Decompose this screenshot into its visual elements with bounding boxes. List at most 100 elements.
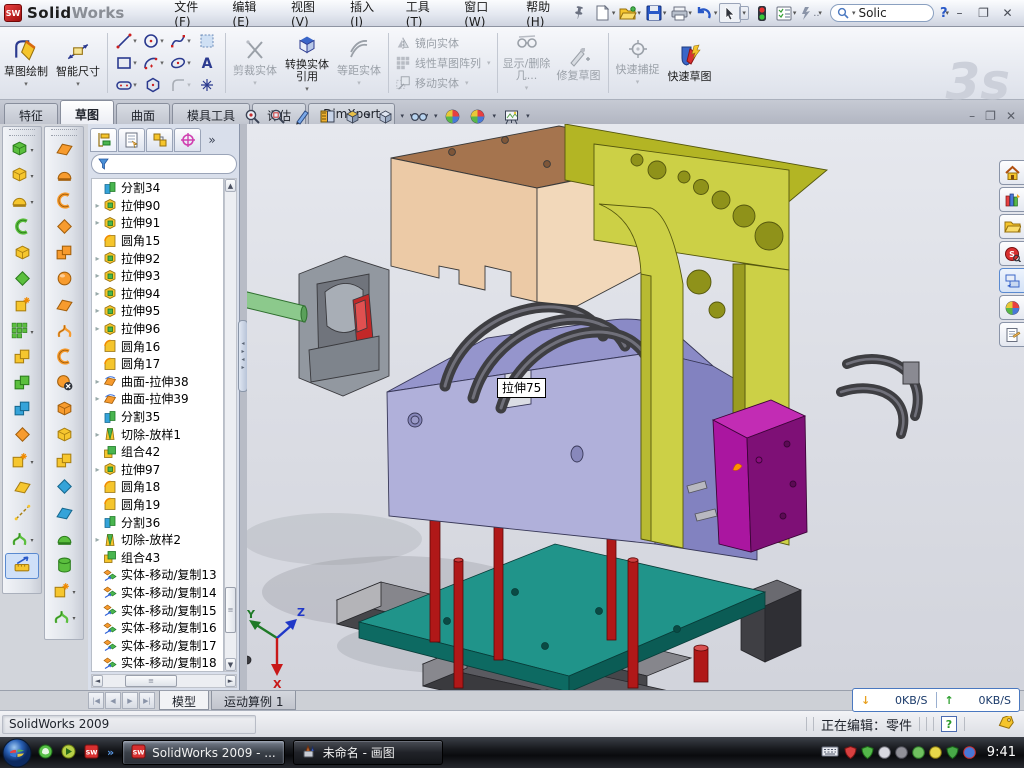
repair-sketch-button[interactable]: 修复草图 — [553, 27, 605, 99]
line-tool[interactable]: ▾ — [113, 31, 139, 52]
text-tool[interactable]: A — [194, 53, 220, 74]
keep-body-button[interactable] — [3, 371, 41, 397]
linear-sketch-pattern-button[interactable]: 线性草图阵列 ▾ — [395, 54, 491, 72]
mold-cavity-block[interactable] — [387, 319, 757, 560]
app-minimize-button[interactable]: – — [951, 6, 968, 20]
insert-part-button[interactable]: ▾ — [3, 449, 41, 475]
chamfer-button[interactable] — [3, 267, 41, 293]
dome-button[interactable] — [45, 553, 83, 579]
defender-icon[interactable] — [946, 746, 959, 759]
app-restore-button[interactable]: ❐ — [975, 6, 992, 20]
tree-item[interactable]: 圆角18 — [92, 478, 223, 496]
expand-arrow-icon[interactable]: ▸ — [92, 201, 103, 210]
tree-item[interactable]: 圆角19 — [92, 496, 223, 514]
solidworks-resources-tab[interactable] — [999, 160, 1024, 185]
volume-icon[interactable] — [895, 746, 908, 759]
solidworks-search-tab[interactable]: S — [999, 241, 1024, 266]
expand-arrow-icon[interactable]: ▸ — [92, 535, 103, 544]
offset-surface-button[interactable] — [45, 293, 83, 319]
tree-item[interactable]: ▸拉伸91 — [92, 214, 223, 232]
tree-item[interactable]: ▸拉伸93 — [92, 267, 223, 285]
expand-arrow-icon[interactable]: ▸ — [92, 254, 103, 263]
file-explorer-tab[interactable] — [999, 214, 1024, 239]
view-orientation-button[interactable] — [316, 107, 338, 125]
doc-restore-button[interactable]: ❐ — [985, 109, 996, 123]
security-ok-icon[interactable] — [861, 746, 874, 759]
start-button[interactable] — [2, 738, 32, 768]
network-speed-widget[interactable]: ↓0KB/S ↑0KB/S — [852, 688, 1020, 712]
swept-cut-button[interactable] — [3, 215, 41, 241]
search-box[interactable]: ▾ — [830, 4, 934, 22]
view-palette-tab[interactable] — [999, 268, 1024, 293]
tab-scroll-prev-icon[interactable]: ◀ — [105, 692, 121, 709]
tree-item[interactable]: 实体-移动/复制15 — [92, 601, 223, 619]
combine-bodies-button[interactable] — [3, 345, 41, 371]
expand-arrow-icon[interactable]: ▸ — [92, 430, 103, 439]
tree-filter-box[interactable] — [91, 154, 237, 174]
move-entities-button[interactable]: 移动实体 ▾ — [395, 74, 491, 92]
swept-surface-button[interactable] — [45, 163, 83, 189]
taskbar-window-button[interactable]: 未命名 - 画图 — [293, 740, 443, 765]
region-select-tool[interactable] — [194, 31, 220, 52]
doc-close-button[interactable]: ✕ — [1006, 109, 1016, 123]
dropdown-icon[interactable]: ▾ — [30, 173, 33, 180]
tree-vertical-scrollbar[interactable]: ▲ ≡ ▼ — [224, 178, 237, 672]
spiral-curve-button[interactable]: ▾ — [45, 605, 83, 631]
ribbon-tab[interactable]: 曲面 — [116, 103, 170, 124]
tab-configuration-manager[interactable] — [146, 128, 173, 152]
quick-launch-more-icon[interactable]: » — [107, 746, 114, 759]
ribbon-tab[interactable]: 草图 — [60, 100, 114, 124]
options-icon[interactable] — [773, 3, 795, 23]
expand-arrow-icon[interactable]: ▸ — [92, 289, 103, 298]
keyboard-layout-icon[interactable] — [821, 745, 839, 761]
hide-show-items-button[interactable] — [408, 107, 430, 125]
tree-item[interactable]: ▸拉伸96 — [92, 320, 223, 338]
arc-tool[interactable]: ▾ — [140, 53, 166, 74]
edit-appearance-button[interactable] — [442, 107, 464, 125]
offset-entities-button[interactable]: 等距实体 ▾ — [333, 27, 385, 99]
solidworks-launcher-icon[interactable]: SW — [84, 744, 99, 762]
tree-item[interactable]: ▸切除-放样1 — [92, 425, 223, 443]
magenta-insert-block[interactable] — [713, 400, 807, 552]
tree-item[interactable]: 实体-移动/复制18 — [92, 654, 223, 672]
sketch-button[interactable]: 草图绘制 ▾ — [0, 27, 52, 99]
ribbon-tab[interactable]: 特征 — [4, 103, 58, 124]
section-view-button[interactable] — [291, 107, 313, 125]
polygon-tool[interactable] — [140, 75, 166, 96]
apply-scene-button[interactable] — [467, 107, 489, 125]
tab-scroll-next-icon[interactable]: ▶ — [122, 692, 138, 709]
helix-button[interactable]: ▾ — [3, 527, 41, 553]
menu-pin-icon[interactable]: 🖈 — [569, 1, 591, 26]
save-icon[interactable] — [643, 3, 665, 23]
delete-face-button[interactable] — [45, 371, 83, 397]
filled-surface-button[interactable] — [45, 241, 83, 267]
display-delete-relations-button[interactable]: 显示/删除几... ▾ — [501, 27, 553, 99]
reference-axis-button[interactable] — [3, 501, 41, 527]
split-body-button[interactable] — [3, 397, 41, 423]
antivirus-alert-icon[interactable] — [844, 746, 857, 759]
tree-item[interactable]: 分割35 — [92, 408, 223, 426]
dropdown-icon[interactable]: ▾ — [72, 589, 75, 596]
zoom-to-fit-button[interactable] — [241, 107, 263, 125]
vpn-status-icon[interactable] — [912, 746, 925, 759]
tree-item[interactable]: 分割36 — [92, 513, 223, 531]
custom-properties-tab[interactable] — [999, 322, 1024, 347]
scroll-left-icon[interactable]: ◄ — [92, 675, 103, 687]
network-warning-icon[interactable] — [929, 746, 942, 759]
undo-icon[interactable] — [694, 3, 716, 23]
quick-tips-help-icon[interactable]: ? — [941, 716, 957, 732]
graphics-viewport[interactable]: Y Z X S — [247, 124, 1024, 690]
circle-tool[interactable]: ▾ — [140, 31, 166, 52]
expand-arrow-icon[interactable]: ▸ — [92, 394, 103, 403]
trim-entities-button[interactable]: 剪裁实体 ▾ — [229, 27, 281, 99]
revolved-surface-button[interactable] — [45, 137, 83, 163]
tree-item[interactable]: 实体-移动/复制13 — [92, 566, 223, 584]
reference-plane-button[interactable] — [3, 475, 41, 501]
expand-arrow-icon[interactable]: ▸ — [92, 377, 103, 386]
open-icon[interactable] — [617, 3, 639, 23]
new-document-icon[interactable] — [592, 3, 614, 23]
tree-item[interactable]: 圆角17 — [92, 355, 223, 373]
tag-icon[interactable] — [998, 716, 1014, 733]
tree-item[interactable]: ▸拉伸92 — [92, 249, 223, 267]
scrollbar-thumb[interactable]: ≡ — [225, 587, 236, 633]
